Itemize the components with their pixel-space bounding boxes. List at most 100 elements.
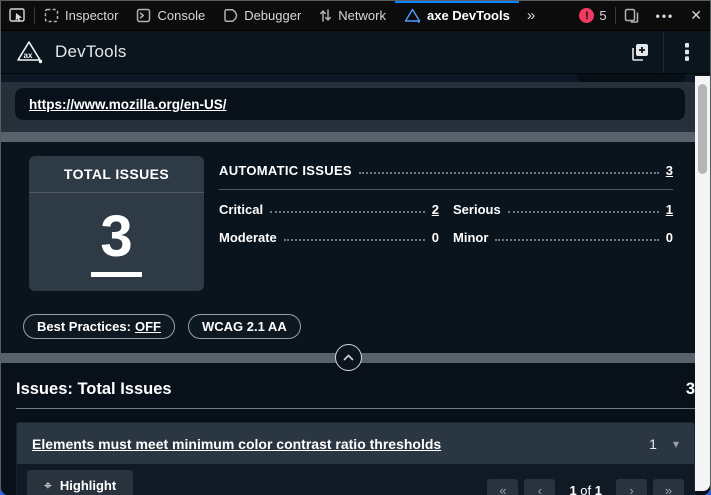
- chevrons-right-icon: »: [527, 7, 535, 24]
- issue-rule-link[interactable]: Elements must meet minimum color contras…: [32, 436, 441, 452]
- tab-console[interactable]: Console: [127, 1, 214, 30]
- pagination-next-button[interactable]: ›: [616, 479, 647, 495]
- severity-row-minor: Minor 0: [453, 230, 673, 245]
- tab-label: Console: [157, 8, 205, 23]
- highlight-target-icon: ⌖: [44, 477, 52, 494]
- prev-page-icon: ‹: [538, 483, 542, 495]
- tab-inspector[interactable]: Inspector: [35, 1, 127, 30]
- first-page-icon: «: [499, 483, 506, 495]
- current-page: 1: [569, 483, 576, 495]
- pagination-last-button[interactable]: »: [653, 479, 684, 495]
- issues-section: Issues: Total Issues 3 Elements must mee…: [1, 363, 710, 495]
- total-issues-value[interactable]: 3: [91, 208, 141, 277]
- scrollbar-thumb[interactable]: [698, 84, 707, 174]
- total-pages: 1: [595, 483, 602, 495]
- scanned-url-link[interactable]: https://www.mozilla.org/en-US/: [29, 97, 227, 112]
- panel-top-divider: [1, 132, 710, 142]
- severity-label: Moderate: [219, 230, 277, 245]
- devtools-window: Inspector Console Debugger Network: [0, 0, 711, 495]
- content-top-strip: [1, 74, 710, 82]
- devtools-tabbar: Inspector Console Debugger Network: [1, 1, 710, 31]
- severity-value: 0: [666, 230, 673, 245]
- meatball-menu-icon: •••: [656, 9, 675, 23]
- next-page-icon: ›: [629, 483, 633, 495]
- summary-panel: TOTAL ISSUES 3 AUTOMATIC ISSUES 3 Critic…: [1, 142, 710, 353]
- tab-overflow-button[interactable]: »: [519, 1, 543, 30]
- responsive-design-mode-button[interactable]: [616, 1, 648, 30]
- issue-accordion-header[interactable]: Elements must meet minimum color contras…: [17, 423, 694, 464]
- dotted-leader: [359, 172, 659, 174]
- pick-element-button[interactable]: [1, 1, 34, 30]
- automatic-issues-row: AUTOMATIC ISSUES 3: [219, 163, 673, 178]
- debugger-icon: [223, 8, 238, 23]
- responsive-design-icon: [624, 8, 640, 24]
- tab-debugger[interactable]: Debugger: [214, 1, 310, 30]
- severity-label: Minor: [453, 230, 488, 245]
- collapse-summary-button[interactable]: [335, 344, 362, 371]
- partially-scrolled-element: [577, 74, 685, 82]
- severity-value: 0: [432, 230, 439, 245]
- svg-text:ax: ax: [24, 51, 33, 60]
- wcag-label: WCAG 2.1 AA: [202, 319, 287, 334]
- severity-value[interactable]: 2: [432, 202, 439, 217]
- chevron-up-icon: [343, 354, 354, 361]
- axe-options-button[interactable]: [664, 31, 710, 73]
- total-issues-card: TOTAL ISSUES 3: [29, 156, 204, 291]
- highlight-label: Highlight: [60, 478, 116, 493]
- network-icon: [319, 8, 332, 23]
- vertical-scrollbar[interactable]: [695, 76, 710, 491]
- axe-header: ax DevTools: [1, 31, 710, 74]
- error-count-badge[interactable]: ! 5: [571, 1, 614, 30]
- issue-instance-count: 1: [649, 436, 657, 452]
- axe-panel-title: DevTools: [55, 42, 127, 62]
- total-issues-label: TOTAL ISSUES: [29, 156, 204, 193]
- error-icon: !: [579, 8, 594, 23]
- kebab-menu-icon: [684, 42, 690, 62]
- panel-bottom-divider: [1, 353, 710, 363]
- tab-label: Inspector: [65, 8, 118, 23]
- issue-breakdown: AUTOMATIC ISSUES 3 Critical 2 Serious 1 …: [219, 163, 673, 245]
- wcag-standard-pill[interactable]: WCAG 2.1 AA: [188, 314, 301, 339]
- tab-network[interactable]: Network: [310, 1, 395, 30]
- pagination-prev-button[interactable]: ‹: [524, 479, 555, 495]
- axe-header-actions: [617, 31, 710, 73]
- dotted-leader: [495, 239, 658, 241]
- severity-row-critical: Critical 2: [219, 202, 439, 217]
- issue-pagination: « ‹ 1 of 1 › »: [487, 479, 684, 495]
- severity-label: Serious: [453, 202, 501, 217]
- devtools-menu-button[interactable]: •••: [648, 1, 683, 30]
- pagination-first-button[interactable]: «: [487, 479, 518, 495]
- issue-controls-row: ⌖ Highlight « ‹ 1 of 1: [17, 464, 694, 495]
- error-count: 5: [599, 8, 606, 23]
- tab-axe-devtools[interactable]: axe DevTools: [395, 1, 519, 30]
- automatic-issues-label: AUTOMATIC ISSUES: [219, 163, 352, 178]
- tabbar-spacer: [543, 1, 571, 30]
- close-devtools-button[interactable]: ✕: [682, 1, 710, 30]
- severity-value[interactable]: 1: [666, 202, 673, 217]
- severity-grid: Critical 2 Serious 1 Moderate 0 Minor: [219, 202, 673, 245]
- dotted-leader: [508, 211, 659, 213]
- issues-total-count: 3: [686, 380, 695, 399]
- severity-row-serious: Serious 1: [453, 202, 673, 217]
- add-page-icon: [629, 41, 651, 63]
- best-practices-toggle[interactable]: Best Practices:OFF: [23, 314, 175, 339]
- issues-heading: Issues: Total Issues: [16, 380, 172, 399]
- caret-down-icon: ▾: [673, 437, 679, 451]
- pagination-status: 1 of 1: [569, 483, 602, 495]
- scanned-url-box: https://www.mozilla.org/en-US/: [15, 88, 685, 120]
- inspector-icon: [44, 8, 59, 23]
- close-icon: ✕: [690, 7, 702, 24]
- pick-element-icon: [9, 8, 26, 23]
- scan-option-pills: Best Practices:OFF WCAG 2.1 AA: [23, 314, 301, 339]
- new-scan-button[interactable]: [617, 31, 663, 73]
- dotted-leader: [270, 211, 425, 213]
- highlight-button[interactable]: ⌖ Highlight: [27, 470, 133, 495]
- issue-accordion: Elements must meet minimum color contras…: [16, 422, 695, 495]
- of-label: of: [580, 483, 591, 495]
- tab-label: axe DevTools: [427, 8, 510, 23]
- axe-tab-icon: [404, 8, 421, 23]
- dotted-leader: [284, 239, 425, 241]
- tab-label: Debugger: [244, 8, 301, 23]
- automatic-issues-value[interactable]: 3: [666, 163, 673, 178]
- tab-label: Network: [338, 8, 386, 23]
